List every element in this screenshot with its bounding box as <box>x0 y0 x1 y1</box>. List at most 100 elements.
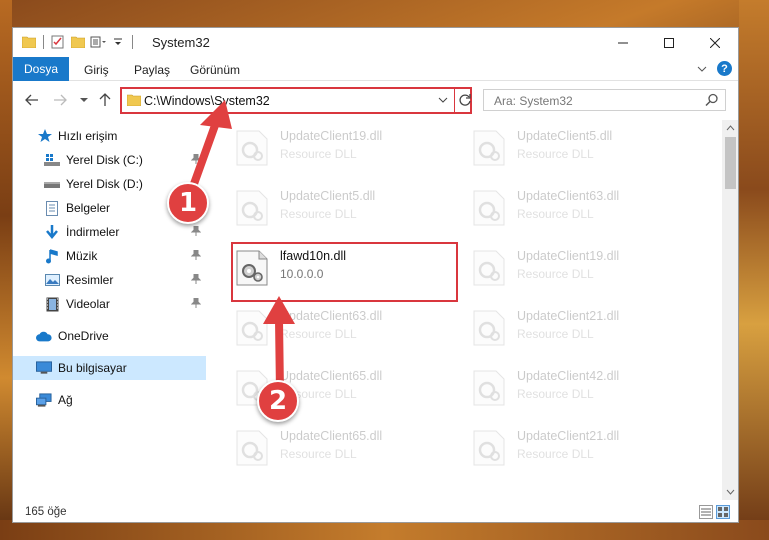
file-description: Resource DLL <box>517 207 594 221</box>
details-view-icon[interactable] <box>699 505 713 519</box>
list-item[interactable]: UpdateClient5.dll Resource DLL <box>471 124 691 170</box>
forward-arrow-icon <box>54 94 67 106</box>
minimize-button[interactable] <box>600 28 646 57</box>
vertical-scrollbar[interactable] <box>722 120 738 500</box>
tab-home[interactable]: Giriş <box>84 63 109 77</box>
explorer-window: System32 Dosya Giriş Paylaş Görünüm ? C:… <box>12 27 739 523</box>
file-name: UpdateClient19.dll <box>517 249 620 263</box>
download-icon <box>44 224 60 240</box>
scroll-down-icon[interactable] <box>726 487 735 496</box>
file-description: Resource DLL <box>517 447 594 461</box>
up-arrow-icon <box>99 93 111 106</box>
close-button[interactable] <box>692 28 738 57</box>
sidebar-item-music[interactable]: Müzik <box>13 244 206 268</box>
computer-icon <box>36 360 52 376</box>
status-bar: 165 öğe <box>13 502 738 522</box>
pin-icon[interactable] <box>190 273 202 287</box>
list-item[interactable]: UpdateClient63.dll Resource DLL <box>471 184 691 230</box>
sidebar-item-onedrive[interactable]: OneDrive <box>13 324 206 348</box>
large-icons-view-icon[interactable] <box>716 505 730 519</box>
documents-icon <box>44 200 60 216</box>
address-dropdown-icon[interactable] <box>438 94 448 108</box>
sidebar-item-label: Yerel Disk (C:) <box>66 153 143 167</box>
pin-icon[interactable] <box>190 225 202 239</box>
search-icon[interactable] <box>705 93 719 110</box>
list-item[interactable]: UpdateClient21.dll Resource DLL <box>471 424 691 470</box>
file-name: UpdateClient65.dll <box>280 429 383 443</box>
desktop-background-left <box>0 0 12 540</box>
cloud-icon <box>36 328 52 344</box>
scroll-up-icon[interactable] <box>726 124 735 133</box>
file-name: UpdateClient5.dll <box>517 129 613 143</box>
view-options-icon[interactable] <box>90 34 106 50</box>
ribbon: Dosya Giriş Paylaş Görünüm ? <box>13 57 738 81</box>
sidebar-item-label: Ağ <box>58 393 73 407</box>
sidebar-item-label: Hızlı erişim <box>58 129 118 143</box>
music-icon <box>44 248 60 264</box>
folder-icon <box>126 94 142 109</box>
chevron-down-icon <box>80 98 88 102</box>
title-bar: System32 <box>13 28 738 57</box>
tab-file[interactable]: Dosya <box>13 57 69 81</box>
list-item[interactable]: UpdateClient5.dll Resource DLL <box>234 184 454 230</box>
properties-icon[interactable] <box>50 34 66 50</box>
item-count: 165 öğe <box>25 506 67 518</box>
help-button[interactable]: ? <box>717 61 732 76</box>
file-name: UpdateClient21.dll <box>517 429 620 443</box>
folder-icon <box>21 34 37 50</box>
recent-locations-button[interactable] <box>75 91 93 109</box>
sidebar-item-label: İndirmeler <box>66 225 120 239</box>
pictures-icon <box>44 272 60 288</box>
minimize-icon <box>618 42 628 43</box>
sidebar-item-videos[interactable]: Videolar <box>13 292 206 316</box>
up-button[interactable] <box>96 91 114 109</box>
sidebar-item-this-pc[interactable]: Bu bilgisayar <box>13 356 206 380</box>
pin-icon[interactable] <box>190 297 202 311</box>
dll-file-icon <box>473 250 505 286</box>
file-name: UpdateClient42.dll <box>517 369 620 383</box>
ribbon-expand-icon[interactable] <box>697 65 707 73</box>
network-icon <box>36 392 52 408</box>
sidebar-item-network[interactable]: Ağ <box>13 388 206 412</box>
file-name: UpdateClient21.dll <box>517 309 620 323</box>
list-item[interactable]: UpdateClient19.dll Resource DLL <box>234 124 454 170</box>
back-arrow-icon <box>25 94 38 106</box>
list-item[interactable]: UpdateClient19.dll Resource DLL <box>471 244 691 290</box>
refresh-icon[interactable] <box>458 93 472 110</box>
maximize-icon <box>664 37 674 48</box>
star-icon <box>37 128 53 144</box>
drive-c-icon <box>44 152 60 168</box>
sidebar-item-downloads[interactable]: İndirmeler <box>13 220 206 244</box>
file-description: Resource DLL <box>517 267 594 281</box>
customize-toolbar-icon[interactable] <box>110 34 126 50</box>
sidebar-item-label: Müzik <box>66 249 98 263</box>
desktop-background-bottom <box>0 520 769 540</box>
search-box[interactable]: Ara: System32 <box>483 89 726 111</box>
maximize-button[interactable] <box>646 28 692 57</box>
list-item[interactable]: UpdateClient42.dll Resource DLL <box>471 364 691 410</box>
back-button[interactable] <box>23 91 41 109</box>
file-name: UpdateClient5.dll <box>280 189 376 203</box>
pin-icon[interactable] <box>190 249 202 263</box>
list-item[interactable]: UpdateClient21.dll Resource DLL <box>471 304 691 350</box>
sidebar-item-pictures[interactable]: Resimler <box>13 268 206 292</box>
videos-icon <box>44 296 60 312</box>
list-item[interactable]: UpdateClient65.dll Resource DLL <box>234 424 454 470</box>
scrollbar-thumb[interactable] <box>725 137 736 189</box>
quick-access-toolbar <box>21 34 135 50</box>
sidebar-item-label: Videolar <box>66 297 110 311</box>
forward-button[interactable] <box>51 91 69 109</box>
file-description: Resource DLL <box>517 147 594 161</box>
file-description: Resource DLL <box>517 387 594 401</box>
search-input[interactable]: Ara: System32 <box>494 94 573 108</box>
file-description: Resource DLL <box>517 327 594 341</box>
sidebar-item-label: Bu bilgisayar <box>58 361 127 375</box>
dll-file-icon <box>236 430 268 466</box>
drive-d-icon <box>44 176 60 192</box>
tab-view[interactable]: Görünüm <box>190 63 240 77</box>
navigation-bar: C:\Windows\System32 Ara: System32 <box>13 82 738 118</box>
dll-file-icon <box>473 430 505 466</box>
tab-share[interactable]: Paylaş <box>134 63 170 77</box>
new-folder-icon[interactable] <box>70 34 86 50</box>
sidebar-item-label: OneDrive <box>58 329 109 343</box>
